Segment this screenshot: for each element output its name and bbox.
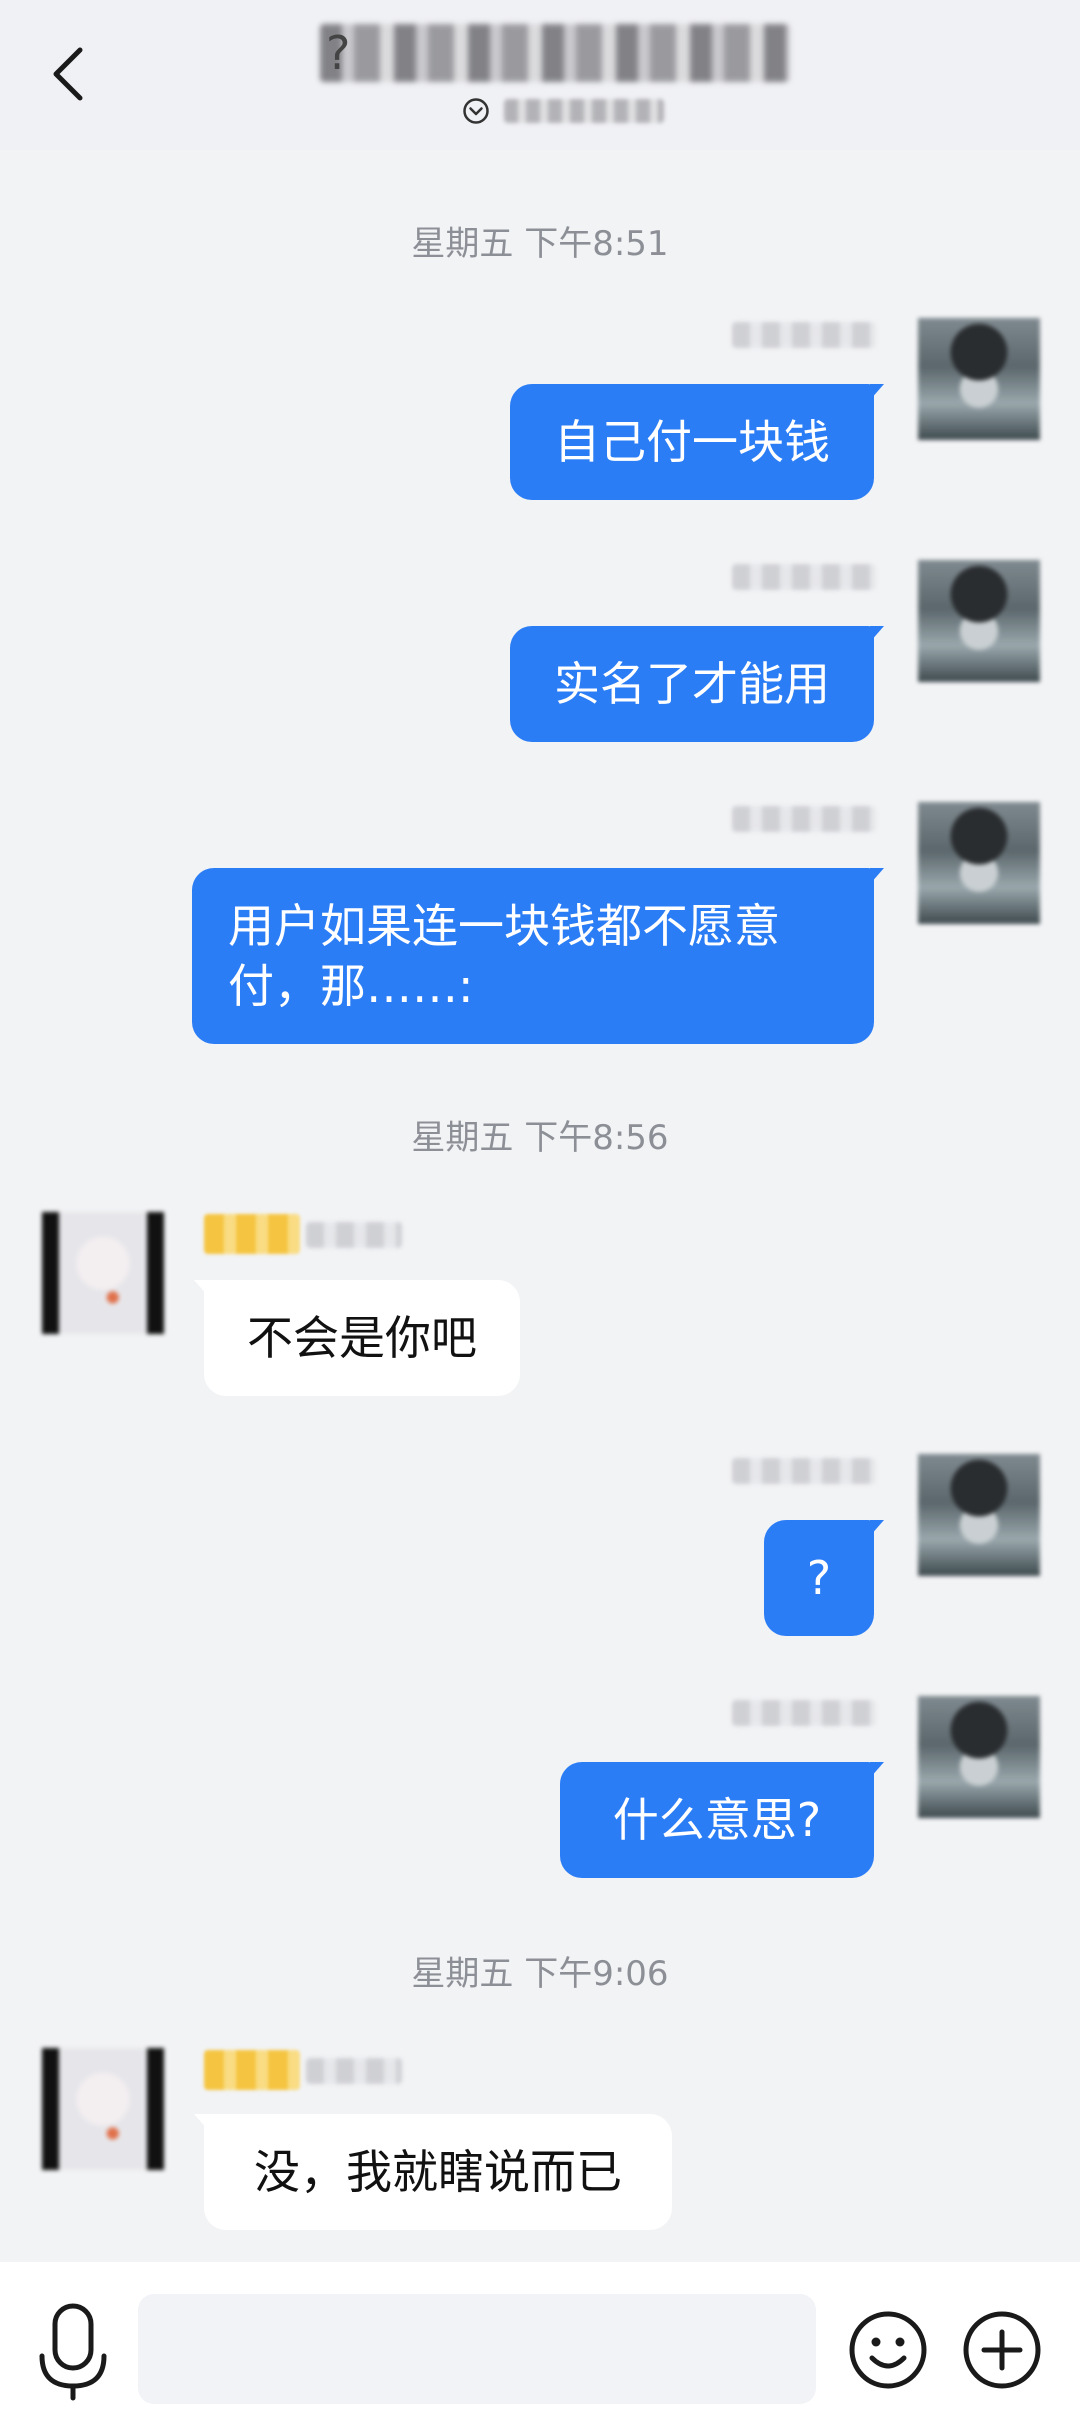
chat-title-blurred[interactable]	[320, 24, 790, 82]
contact-avatar[interactable]	[42, 2048, 164, 2170]
emoji-icon	[849, 2311, 927, 2389]
message-bubble-outgoing[interactable]: 自己付一块钱	[510, 384, 884, 500]
message-input[interactable]	[138, 2294, 816, 2404]
emoji-button[interactable]	[846, 2308, 930, 2392]
sender-name-blurred	[732, 564, 876, 590]
message-bubble-outgoing[interactable]: 什么意思?	[560, 1762, 884, 1878]
input-bar	[0, 2262, 1080, 2428]
voice-button[interactable]	[28, 2302, 118, 2402]
self-avatar[interactable]	[918, 1454, 1040, 1576]
chat-subtitle[interactable]	[462, 92, 664, 130]
sender-name-blurred	[732, 322, 876, 348]
member-badge-blurred	[204, 2050, 300, 2090]
back-arrow-icon	[53, 47, 83, 101]
message-bubble-outgoing[interactable]: 用户如果连一块钱都不愿意 付，那……:	[192, 868, 884, 1044]
sender-name-blurred	[306, 2058, 402, 2084]
message-bubble-outgoing[interactable]: 实名了才能用	[510, 626, 884, 742]
self-avatar[interactable]	[918, 560, 1040, 682]
message-bubble-outgoing[interactable]: ?	[764, 1520, 884, 1636]
chat-screen: ? 星期五 下午8:51 自己付一块钱 实名了才能用 用户如果连一块钱都不愿意 …	[0, 0, 1080, 2428]
chat-subtitle-blurred	[504, 99, 664, 123]
self-avatar[interactable]	[918, 802, 1040, 924]
sender-name-blurred	[732, 806, 876, 832]
timestamp: 星期五 下午9:06	[411, 1954, 669, 1994]
chat-header: ?	[0, 0, 1080, 150]
microphone-icon	[39, 2303, 107, 2401]
message-bubble-incoming[interactable]: 不会是你吧	[194, 1280, 520, 1396]
sender-name-blurred	[732, 1700, 876, 1726]
timestamp: 星期五 下午8:51	[411, 224, 669, 264]
self-avatar[interactable]	[918, 1696, 1040, 1818]
chevron-down-circle-icon	[463, 98, 489, 124]
plus-circle-icon	[963, 2311, 1041, 2389]
more-button[interactable]	[960, 2308, 1044, 2392]
message-bubble-incoming[interactable]: 没，我就瞎说而已	[194, 2114, 672, 2230]
back-button[interactable]	[36, 38, 100, 110]
chat-title-mark: ?	[326, 26, 351, 80]
self-avatar[interactable]	[918, 318, 1040, 440]
contact-avatar[interactable]	[42, 1212, 164, 1334]
timestamp: 星期五 下午8:56	[411, 1118, 669, 1158]
sender-name-blurred	[306, 1222, 402, 1248]
member-badge-blurred	[204, 1214, 300, 1254]
sender-name-blurred	[732, 1458, 876, 1484]
